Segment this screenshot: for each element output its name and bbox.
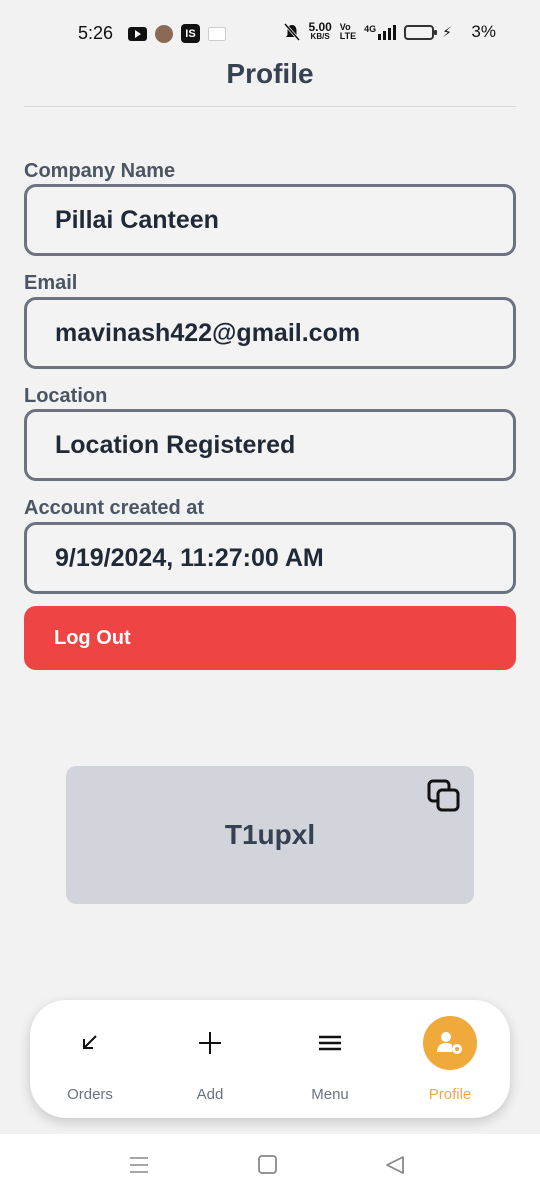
is-app-icon: IS [181, 24, 200, 43]
plus-icon [183, 1016, 237, 1070]
app-thumbnail-icon [208, 26, 226, 41]
nav-add-label: Add [196, 1086, 224, 1103]
company-name-label: Company Name [24, 160, 176, 182]
location-field[interactable]: Location Registered [24, 409, 516, 481]
youtube-icon [128, 26, 147, 41]
net-speed-value: 5.00 [308, 20, 332, 34]
charging-icon: ⚡ [442, 23, 452, 40]
nav-orders[interactable]: Orders [30, 1000, 150, 1118]
email-label: Email [24, 272, 78, 294]
company-name-field[interactable]: Pillai Canteen [24, 184, 516, 256]
net-speed: 5.00 KB/S [308, 20, 332, 42]
nav-profile-label: Profile [428, 1086, 472, 1103]
app-notification-icon [155, 24, 173, 43]
nav-add[interactable]: Add [150, 1000, 270, 1118]
battery-percent: 3% [471, 22, 496, 41]
nav-menu[interactable]: Menu [270, 1000, 390, 1118]
menu-icon [303, 1016, 357, 1070]
status-bar: 5:26 IS 5.00 KB/S Vo LTE 4G ⚡ 3% [0, 0, 540, 64]
page-title: Profile [226, 58, 314, 89]
user-gear-icon [423, 1016, 477, 1070]
email-field[interactable]: mavinash422@gmail.com [24, 297, 516, 369]
code-card: T1upxl [66, 766, 474, 904]
notification-icons: IS [128, 24, 226, 43]
volte-indicator: Vo LTE [339, 22, 357, 41]
header-divider [24, 106, 516, 107]
recents-button[interactable] [128, 1154, 150, 1181]
status-time: 5:26 [78, 23, 114, 43]
nav-orders-label: Orders [67, 1086, 113, 1103]
net-speed-unit: KB/S [310, 32, 330, 41]
system-status-icons: 5.00 KB/S Vo LTE 4G ⚡ [284, 20, 452, 42]
system-nav-bar [0, 1134, 540, 1200]
copy-icon[interactable] [426, 778, 462, 814]
account-created-field[interactable]: 9/19/2024, 11:27:00 AM [24, 522, 516, 594]
home-button[interactable] [257, 1154, 279, 1181]
account-created-label: Account created at [24, 497, 205, 519]
code-text: T1upxl [224, 819, 316, 850]
bottom-nav: Orders Add Menu Profile [30, 1000, 510, 1118]
location-label: Location [24, 385, 108, 407]
nav-menu-label: Menu [311, 1086, 349, 1103]
signal-icon: 4G [364, 24, 397, 40]
muted-bell-icon [284, 23, 301, 41]
arrow-down-left-icon [63, 1016, 117, 1070]
battery-icon [404, 24, 438, 40]
back-button[interactable] [384, 1154, 406, 1181]
logout-button[interactable]: Log Out [24, 606, 516, 670]
nav-profile[interactable]: Profile [390, 1000, 510, 1118]
